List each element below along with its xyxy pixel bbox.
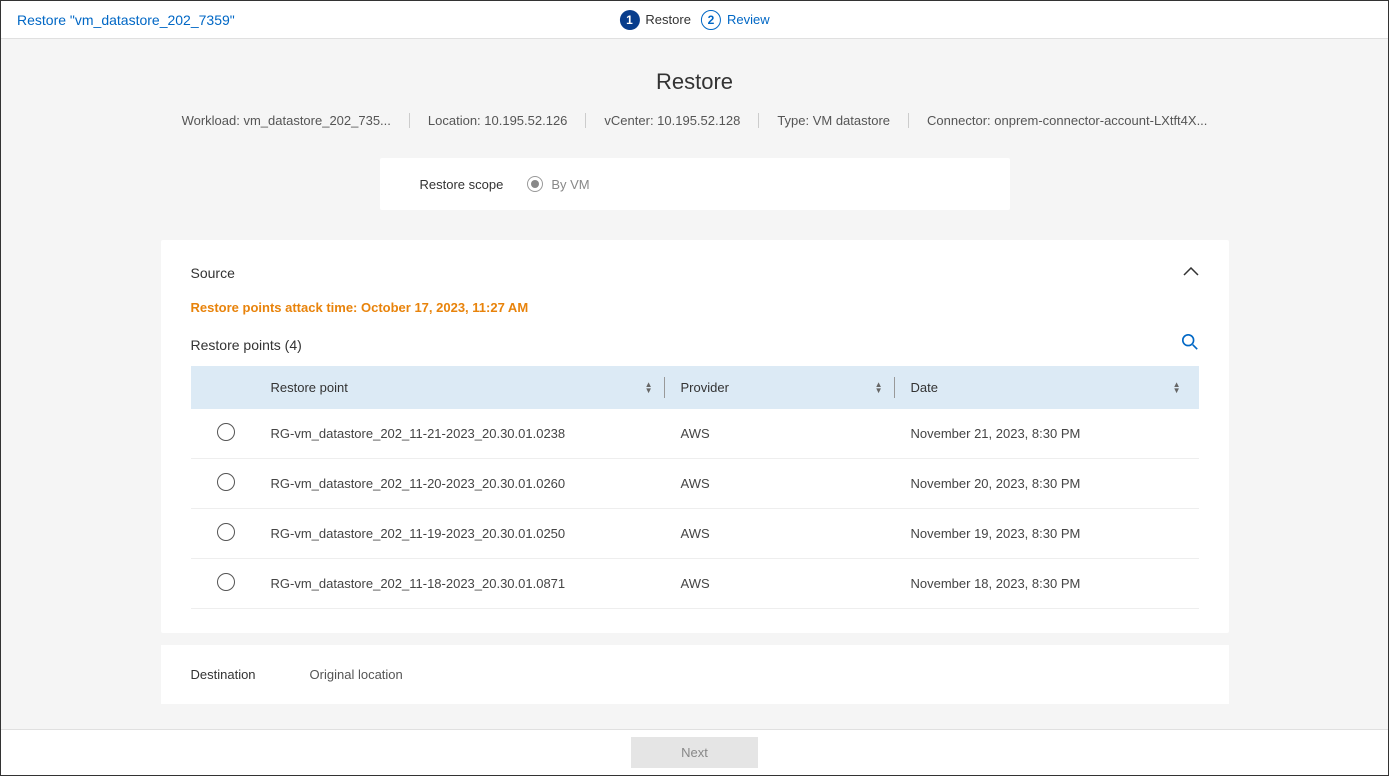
restore-scope-label: Restore scope — [420, 177, 504, 192]
cell-restore-point: RG-vm_datastore_202_11-19-2023_20.30.01.… — [261, 509, 671, 559]
chevron-up-icon[interactable] — [1183, 264, 1199, 282]
meta-type: Type: VM datastore — [759, 113, 909, 128]
cell-provider: AWS — [671, 409, 901, 459]
destination-value: Original location — [310, 667, 403, 682]
col-label: Provider — [681, 380, 729, 395]
scope-radio-by-vm[interactable]: By VM — [527, 176, 589, 192]
cell-date: November 18, 2023, 8:30 PM — [901, 559, 1199, 609]
row-radio[interactable] — [217, 423, 235, 441]
radio-icon — [527, 176, 543, 192]
destination-card: Destination Original location — [161, 645, 1229, 704]
restore-points-table: Restore point ▲▼ Provider ▲▼ Date ▲▼ — [191, 366, 1199, 609]
footer-bar: Next — [1, 729, 1388, 775]
restore-points-count: Restore points (4) — [191, 337, 302, 353]
cell-date: November 19, 2023, 8:30 PM — [901, 509, 1199, 559]
step-number-icon: 2 — [701, 10, 721, 30]
row-radio[interactable] — [217, 523, 235, 541]
next-button[interactable]: Next — [631, 737, 758, 768]
table-row[interactable]: RG-vm_datastore_202_11-19-2023_20.30.01.… — [191, 509, 1199, 559]
step-label: Restore — [645, 12, 691, 27]
step-label: Review — [727, 12, 770, 27]
cell-provider: AWS — [671, 459, 901, 509]
cell-restore-point: RG-vm_datastore_202_11-18-2023_20.30.01.… — [261, 559, 671, 609]
col-date[interactable]: Date ▲▼ — [901, 366, 1199, 409]
restore-scope-card: Restore scope By VM — [380, 158, 1010, 210]
col-select — [191, 366, 261, 409]
cell-date: November 21, 2023, 8:30 PM — [901, 409, 1199, 459]
sort-icon[interactable]: ▲▼ — [1173, 382, 1181, 394]
col-provider[interactable]: Provider ▲▼ — [671, 366, 901, 409]
step-review[interactable]: 2 Review — [701, 10, 770, 30]
attack-time-label: Restore points attack time: October 17, … — [191, 300, 1199, 315]
col-label: Date — [911, 380, 938, 395]
radio-label: By VM — [551, 177, 589, 192]
cell-restore-point: RG-vm_datastore_202_11-20-2023_20.30.01.… — [261, 459, 671, 509]
cell-restore-point: RG-vm_datastore_202_11-21-2023_20.30.01.… — [261, 409, 671, 459]
col-label: Restore point — [271, 380, 348, 395]
header-bar: Restore "vm_datastore_202_7359" 1 Restor… — [1, 1, 1388, 39]
meta-location: Location: 10.195.52.126 — [410, 113, 587, 128]
table-row[interactable]: RG-vm_datastore_202_11-20-2023_20.30.01.… — [191, 459, 1199, 509]
step-number-icon: 1 — [619, 10, 639, 30]
source-card: Source Restore points attack time: Octob… — [161, 240, 1229, 633]
meta-connector: Connector: onprem-connector-account-LXtf… — [909, 113, 1225, 128]
source-title: Source — [191, 265, 235, 281]
row-radio[interactable] — [217, 473, 235, 491]
col-restore-point[interactable]: Restore point ▲▼ — [261, 366, 671, 409]
meta-row: Workload: vm_datastore_202_735... Locati… — [1, 113, 1388, 128]
page-title: Restore — [1, 69, 1388, 95]
sort-icon[interactable]: ▲▼ — [875, 382, 883, 394]
table-row[interactable]: RG-vm_datastore_202_11-18-2023_20.30.01.… — [191, 559, 1199, 609]
cell-provider: AWS — [671, 559, 901, 609]
content-area: Restore Workload: vm_datastore_202_735..… — [1, 39, 1388, 704]
cell-provider: AWS — [671, 509, 901, 559]
cell-date: November 20, 2023, 8:30 PM — [901, 459, 1199, 509]
search-icon[interactable] — [1181, 333, 1199, 356]
row-radio[interactable] — [217, 573, 235, 591]
header-title: Restore "vm_datastore_202_7359" — [17, 12, 235, 28]
meta-workload: Workload: vm_datastore_202_735... — [164, 113, 410, 128]
meta-vcenter: vCenter: 10.195.52.128 — [586, 113, 759, 128]
destination-label: Destination — [191, 667, 256, 682]
wizard-stepper: 1 Restore 2 Review — [619, 10, 769, 30]
table-row[interactable]: RG-vm_datastore_202_11-21-2023_20.30.01.… — [191, 409, 1199, 459]
sort-icon[interactable]: ▲▼ — [645, 382, 653, 394]
step-restore[interactable]: 1 Restore — [619, 10, 691, 30]
